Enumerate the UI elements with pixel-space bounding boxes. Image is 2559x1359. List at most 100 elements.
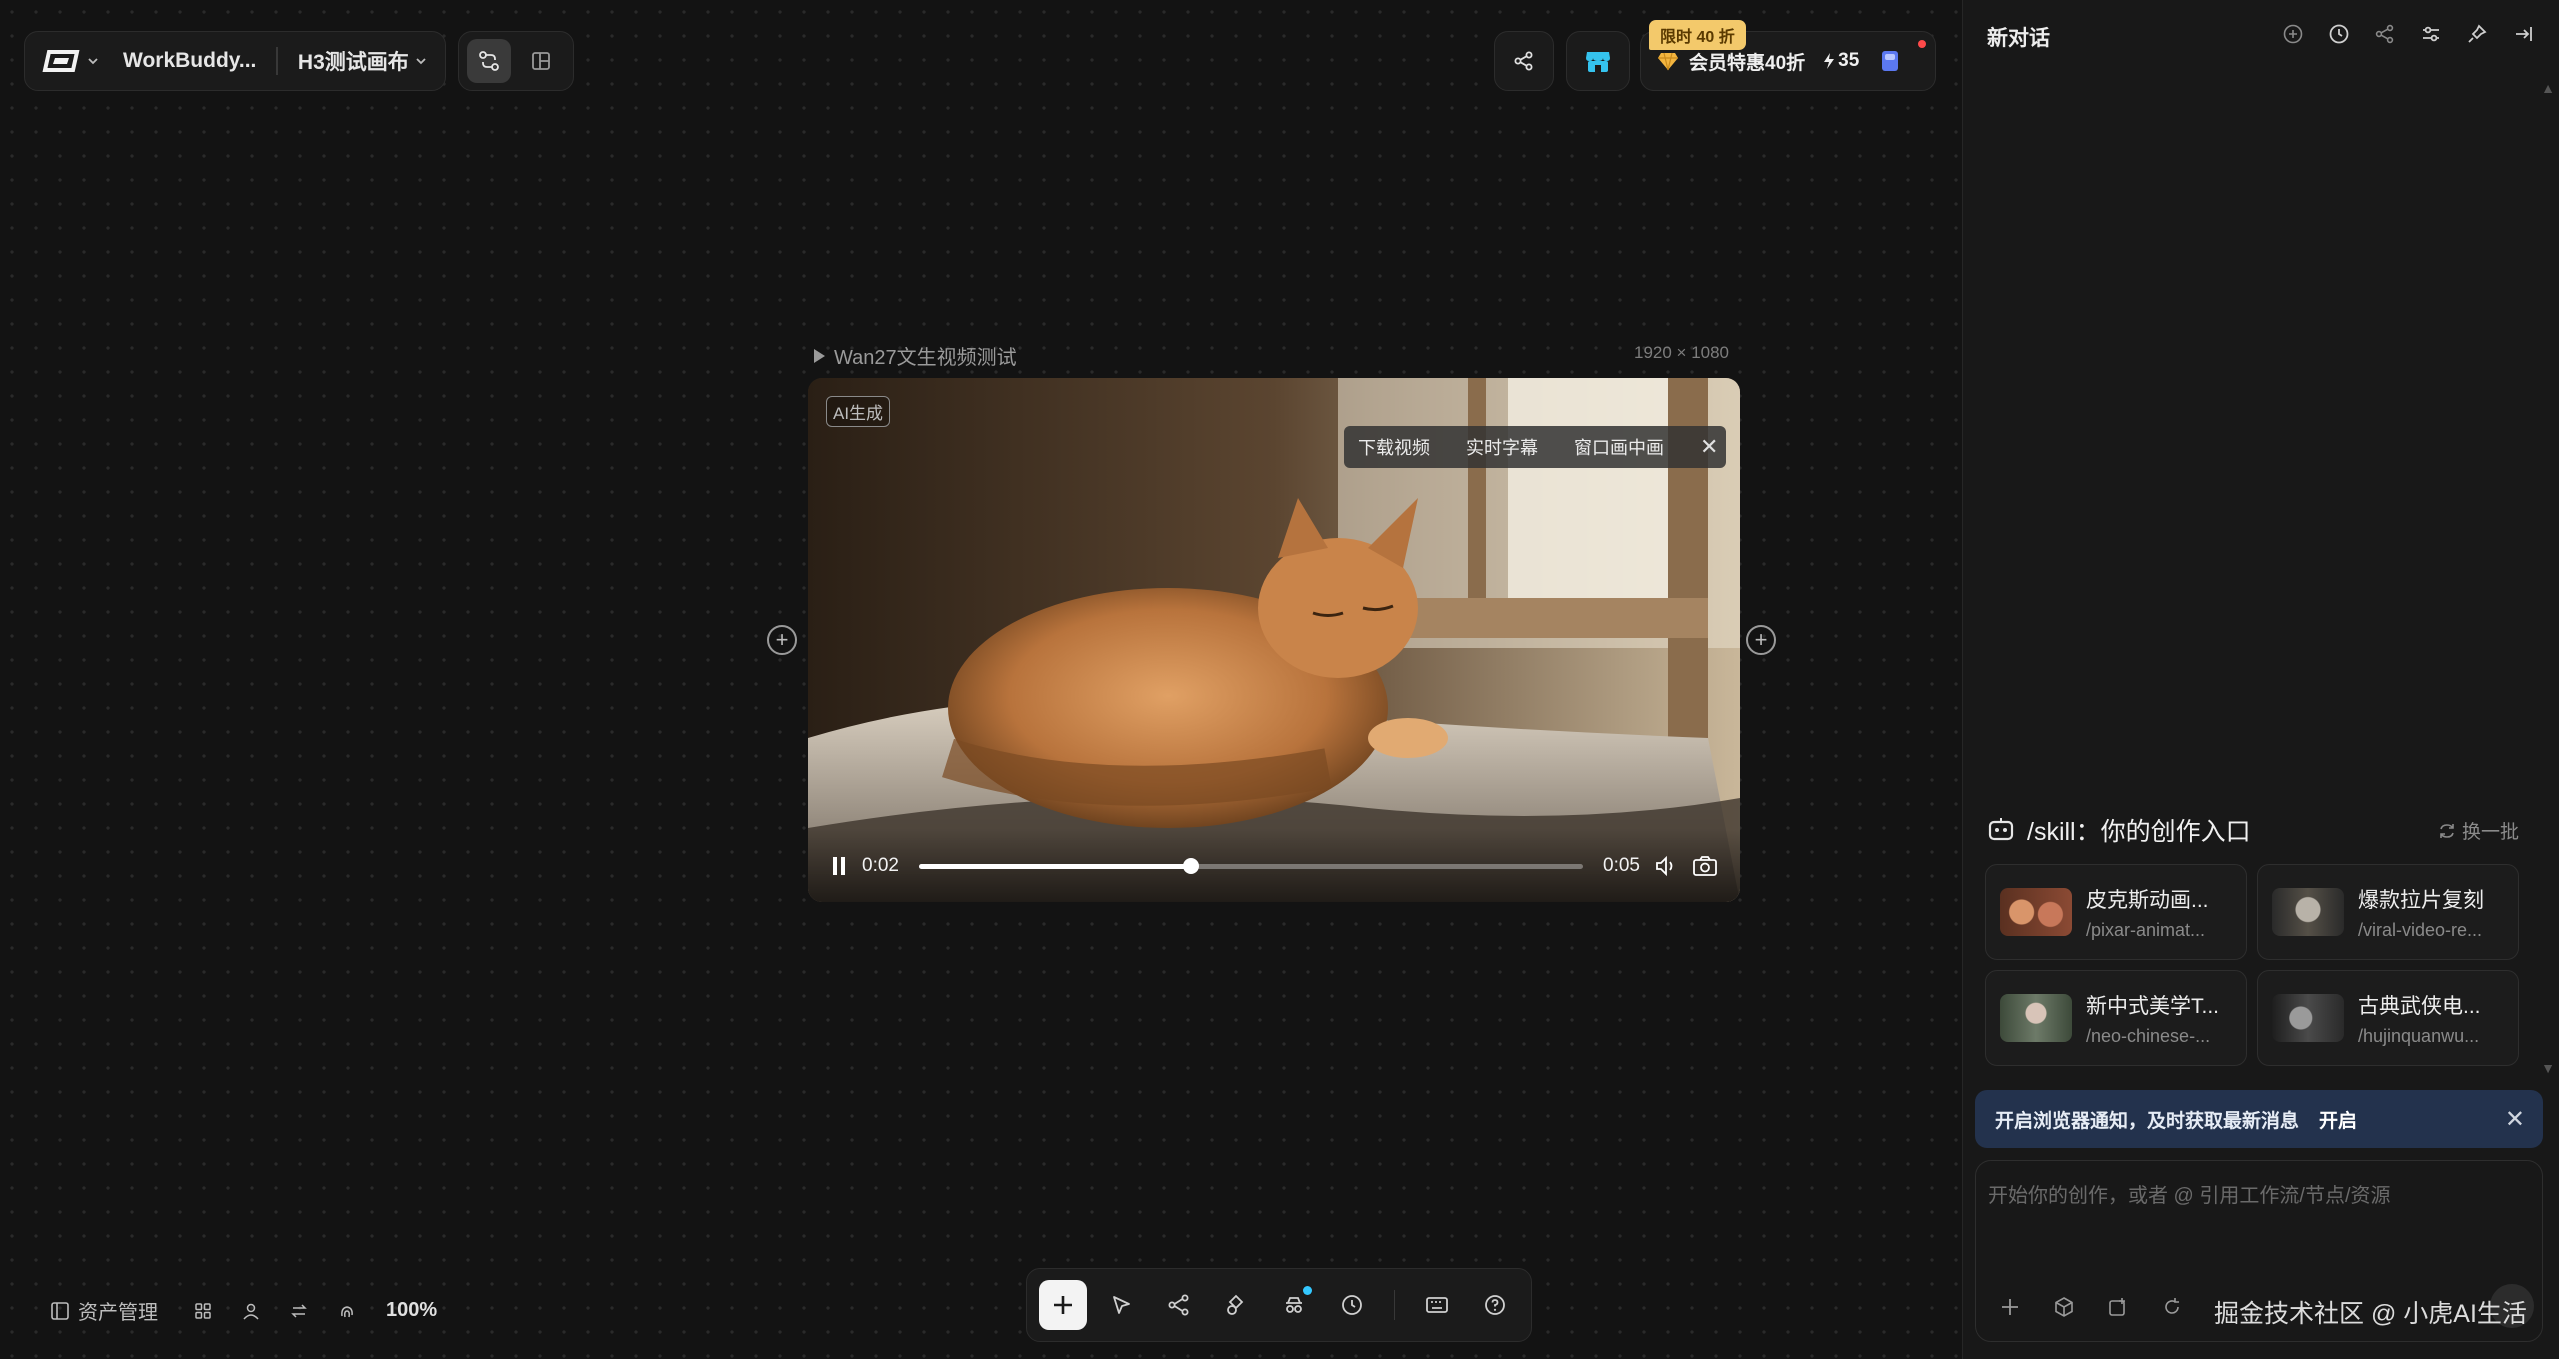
skill-slug: /pixar-animat... [2086,919,2206,940]
canvas-name[interactable]: H3测试画布 [298,46,409,76]
new-chat-icon[interactable] [2281,22,2305,46]
share-icon [1513,50,1535,72]
chat-panel: 新对话 ▲ ▼ /skill：你的创作入口 换一批 皮克斯动画... /pixa… [1962,0,2559,1359]
skill-card[interactable]: 爆款拉片复刻 /viral-video-re... [2257,864,2519,960]
menu-picture-in-picture[interactable]: 窗口画中画 [1574,434,1664,460]
pause-icon[interactable] [830,855,848,877]
cube-icon[interactable] [2052,1295,2076,1319]
composer-tools [1998,1295,2184,1319]
zoom-level[interactable]: 100% [386,1299,437,1322]
skill-slug: /viral-video-re... [2358,919,2483,940]
history-icon[interactable] [1328,1280,1376,1330]
composer-placeholder[interactable]: 开始你的创作，或者 @ 引用工作流/节点/资源 [1988,1179,2391,1208]
panel-header-actions [2281,22,2535,46]
grid-icon[interactable] [192,1300,214,1322]
close-icon[interactable]: ✕ [1700,434,1718,460]
fingerprint-icon[interactable] [336,1300,358,1322]
play-icon [814,348,825,363]
canvas[interactable]: WorkBuddy... H3测试画布 限时 40 折 会员特惠40折 35 W… [0,0,1962,1359]
video-context-menu: 下载视频 实时字幕 窗口画中画 ✕ [1344,426,1726,468]
asset-manager-button[interactable]: 资产管理 [50,1296,158,1325]
member-offer-label: 会员特惠40折 [1689,52,1806,74]
bottom-toolbar [1026,1268,1532,1342]
progress-bar[interactable] [918,858,1584,874]
agent-icon[interactable] [1270,1280,1318,1330]
scroll-down-icon[interactable]: ▼ [2541,1060,2555,1076]
collapse-icon[interactable] [2511,22,2535,46]
toolbar-divider [1393,1290,1396,1320]
skill-title: 古典武侠电... [2358,994,2481,1018]
keyboard-icon[interactable] [1413,1280,1461,1330]
chevron-down-icon[interactable] [413,53,429,69]
notification-text: 开启浏览器通知，及时获取最新消息 [1995,1110,2300,1132]
select-icon[interactable] [1097,1280,1145,1330]
camera-icon[interactable] [1692,855,1718,877]
user-badge-icon[interactable] [1879,48,1901,74]
flow-mode-icon[interactable] [467,39,511,83]
progress-fill [918,863,1192,869]
layout-mode-icon[interactable] [519,39,563,83]
skill-grid: 皮克斯动画... /pixar-animat... 爆款拉片复刻 /viral-… [1985,864,2519,1066]
skill-thumbnail [2272,994,2344,1042]
skill-title: 爆款拉片复刻 [2358,888,2484,912]
settings-icon[interactable] [2419,22,2443,46]
skill-slug: /hujinquanwu... [2358,1025,2480,1046]
promo-badge: 限时 40 折 [1649,20,1746,50]
history-icon[interactable] [2327,22,2351,46]
view-mode-toggle [458,31,574,91]
skill-thumbnail [2000,994,2072,1042]
skill-card[interactable]: 皮克斯动画... /pixar-animat... [1985,864,2247,960]
skill-thumbnail [2272,888,2344,936]
watermark-text: 掘金技术社区 @ 小虎AI生活 [2214,1300,2527,1328]
plus-icon[interactable] [1998,1295,2022,1319]
add-icon[interactable] [1039,1280,1087,1330]
menu-live-caption[interactable]: 实时字幕 [1466,434,1538,460]
share-icon[interactable] [2373,22,2397,46]
person-icon[interactable] [240,1300,262,1322]
scroll-up-icon[interactable]: ▲ [2541,80,2555,96]
upload-image-icon[interactable] [2106,1295,2130,1319]
shapes-icon[interactable] [1212,1280,1260,1330]
close-icon[interactable]: ✕ [2505,1105,2525,1134]
pin-icon[interactable] [2465,22,2489,46]
duration: 0:05 [1603,855,1640,876]
skill-slug: /neo-chinese-... [2086,1025,2211,1046]
skill-title: 皮克斯动画... [2086,888,2209,912]
menu-download-video[interactable]: 下载视频 [1358,434,1430,460]
swap-batch-button[interactable]: 换一批 [2438,817,2519,844]
store-button[interactable] [1566,31,1630,91]
add-left-icon[interactable]: + [767,625,797,655]
skill-card[interactable]: 新中式美学T... /neo-chinese-... [1985,970,2247,1066]
robot-icon [1988,818,2014,841]
volume-icon[interactable] [1654,855,1678,877]
chevron-down-icon[interactable] [85,53,101,69]
add-right-icon[interactable]: + [1746,625,1776,655]
skill-card[interactable]: 古典武侠电... /hujinquanwu... [2257,970,2519,1066]
video-player[interactable]: AI生成 下载视频 实时字幕 窗口画中画 ✕ 0:02 0:05 [808,378,1740,902]
current-time: 0:02 [862,855,899,876]
swap-icon[interactable] [288,1300,310,1322]
workbuddy-logo-icon[interactable] [41,48,81,74]
notification-dot [1918,40,1926,48]
node-title[interactable]: Wan27文生视频测试 [812,341,1017,370]
ai-generated-tag: AI生成 [826,396,891,427]
bottom-left-bar: 资产管理 100% [50,1296,437,1325]
enable-notification-link[interactable]: 开启 [2319,1106,2357,1133]
skill-title: 新中式美学T... [2086,994,2220,1018]
credits-count: 35 [1823,50,1859,72]
refresh-icon [2440,823,2454,838]
refresh-icon[interactable] [2160,1295,2184,1319]
project-name[interactable]: WorkBuddy... [123,49,256,73]
help-icon[interactable] [1471,1280,1519,1330]
sidebar-icon [51,1301,69,1320]
member-bar[interactable]: 限时 40 折 会员特惠40折 35 [1640,20,1936,91]
node-title-text: Wan27文生视频测试 [834,347,1017,369]
progress-handle[interactable] [1183,858,1200,874]
skill-heading: /skill：你的创作入口 [1987,812,2251,848]
project-bar: WorkBuddy... H3测试画布 [24,31,446,91]
swap-label: 换一批 [2461,822,2519,843]
share-button[interactable] [1494,31,1554,91]
new-indicator-dot [1303,1286,1313,1295]
store-icon [1584,48,1612,74]
workflow-icon[interactable] [1155,1280,1203,1330]
